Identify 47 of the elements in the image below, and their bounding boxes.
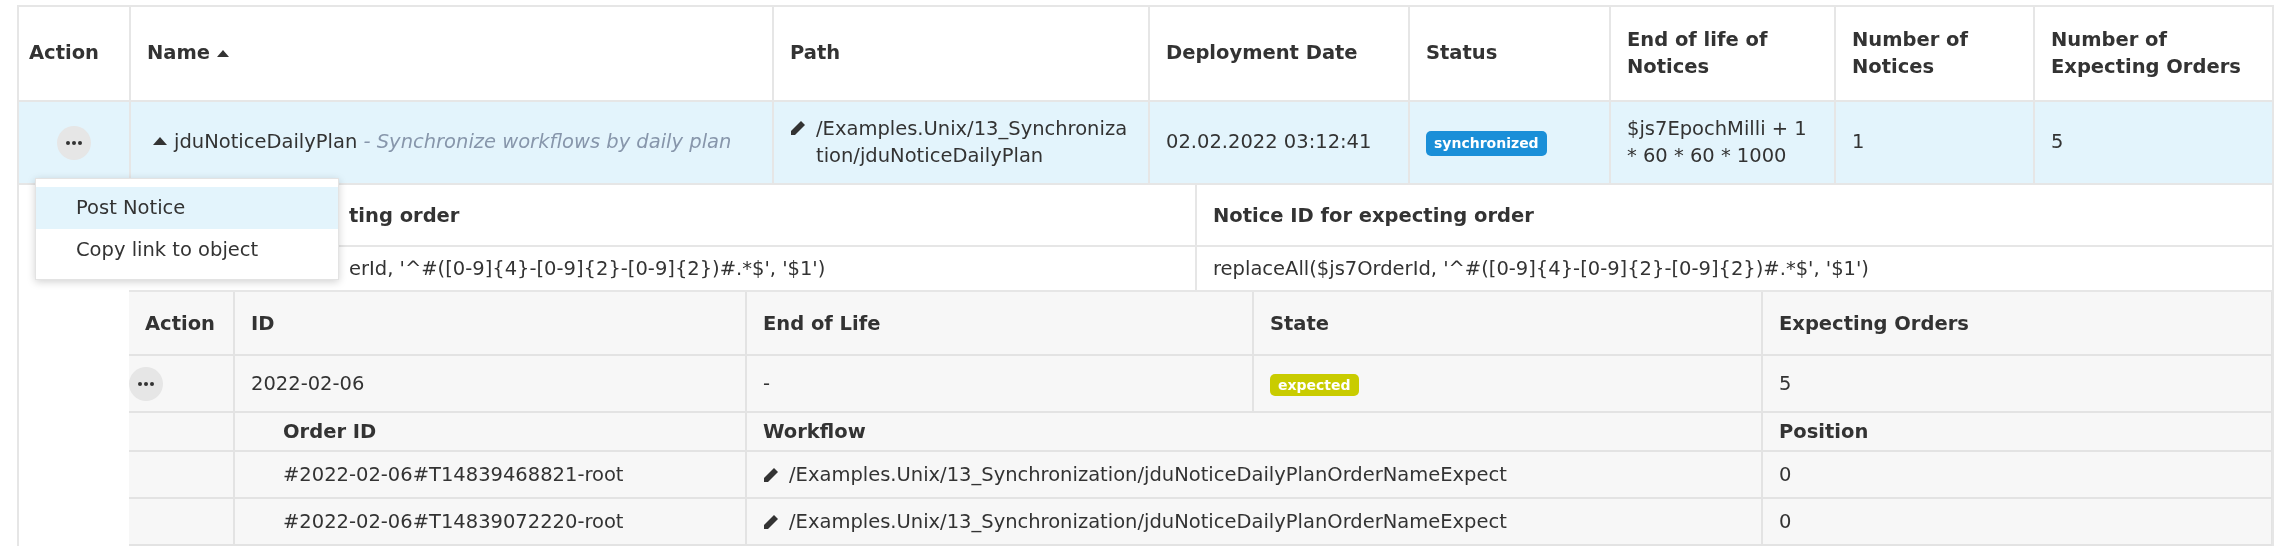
column-header[interactable]: Deployment Date [1166, 40, 1358, 67]
column-header: Position [1779, 420, 1869, 443]
workflow-link[interactable]: /Examples.Unix/13_Synchronization/jduNoticeDailyPlanOrderNameExpect [789, 463, 1507, 486]
table-cell: #2022-02-06#T14839468821-root [283, 463, 624, 486]
table-cell: 02.02.2022 03:12:41 [1166, 130, 1372, 154]
sort-ascending-icon [217, 49, 230, 58]
column-header: Expecting Orders [1779, 311, 1969, 335]
table-cell: 2022-02-06 [251, 372, 365, 395]
table-cell: erId, '^#([0-9]{4}-[0-9]{2}-[0-9]{2})#.*$', '$1') [349, 257, 826, 280]
table-cell: 0 [1779, 510, 1792, 533]
table-cell: 0 [1779, 463, 1792, 486]
table-cell: $js7EpochMilli + 1 * 60 * 60 * 1000 [1627, 117, 1807, 167]
table-cell: #2022-02-06#T14839072220-root [283, 510, 624, 533]
column-header[interactable]: End of life of Notices [1627, 27, 1818, 80]
column-header: State [1270, 311, 1330, 335]
table-cell: 5 [1779, 372, 1792, 395]
more-actions-button[interactable] [57, 125, 91, 160]
column-header: Workflow [763, 420, 866, 443]
ellipsis-icon [138, 381, 154, 386]
more-actions-button[interactable] [129, 366, 163, 401]
column-header[interactable]: Number of Notices [1852, 27, 2017, 80]
column-header[interactable]: Name [147, 40, 230, 67]
state-badge: expected [1270, 373, 1359, 396]
menu-item[interactable]: Copy link to object [36, 229, 338, 271]
ellipsis-icon [66, 140, 82, 145]
pencil-icon[interactable] [763, 467, 779, 483]
caret-icon[interactable] [153, 136, 167, 146]
column-header: Notice ID for expecting order [1213, 203, 1534, 227]
menu-item[interactable]: Post Notice [36, 187, 338, 229]
column-header[interactable]: Path [790, 40, 841, 67]
table-row[interactable]: jduNoticeDailyPlan - Synchronize workflows by daily plan /Examples.Unix/13_Synchronization/jduNoticeDailyPlan 02.02.2022 03:12:41 synchronized $js7EpochMilli + 1 * 60 * 60 * 1000 1 5 [18, 101, 2273, 184]
column-header: Order ID [283, 420, 377, 443]
column-header: ting order [349, 203, 460, 227]
status-badge: synchronized [1426, 131, 1547, 156]
column-header: Action [145, 311, 215, 335]
table-cell: replaceAll($js7OrderId, '^#([0-9]{4}-[0-9]{2}-[0-9]{2})#.*$', '$1') [1213, 257, 1869, 280]
pencil-icon[interactable] [763, 514, 779, 530]
workflow-link[interactable]: /Examples.Unix/13_Synchronization/jduNoticeDailyPlanOrderNameExpect [789, 510, 1507, 533]
pencil-icon[interactable] [790, 120, 806, 137]
column-header[interactable]: Number of Expecting Orders [2051, 27, 2256, 80]
column-header[interactable]: Action [29, 40, 99, 67]
column-header: ID [251, 311, 275, 335]
table-cell: 5 [2051, 130, 2064, 154]
table-cell: - [763, 372, 771, 395]
column-header[interactable]: Status [1426, 40, 1498, 67]
table-cell: 1 [1852, 130, 1865, 154]
column-header: End of Life [763, 311, 881, 335]
